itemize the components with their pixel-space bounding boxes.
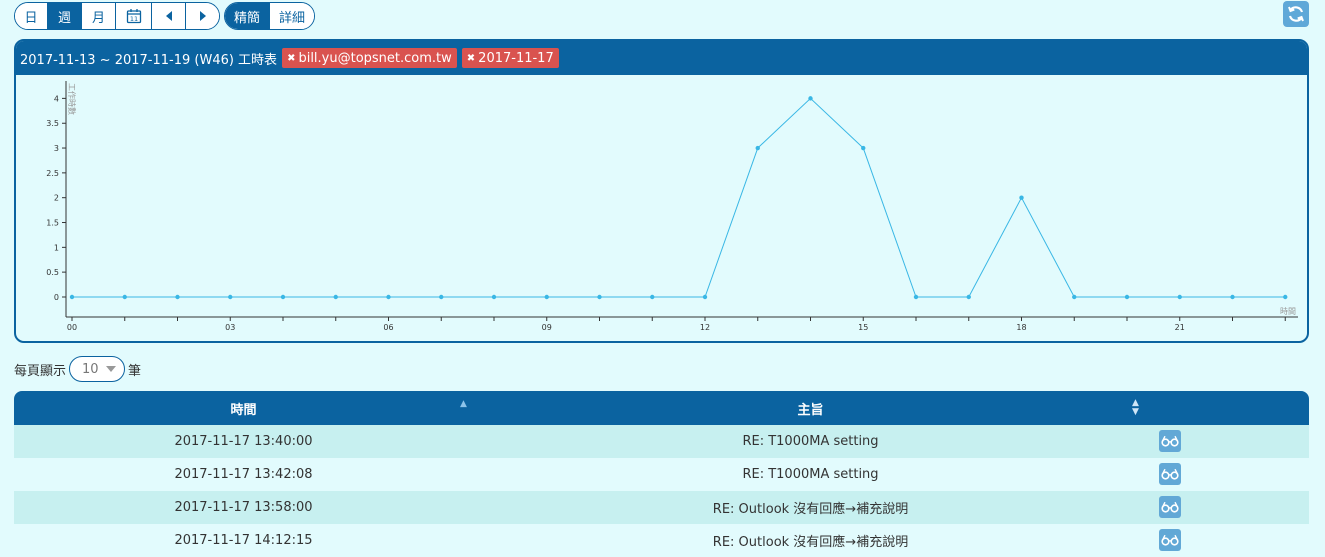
data-point: [1072, 294, 1077, 300]
display-mode-group: 精簡 詳細: [224, 2, 315, 30]
data-point: [702, 294, 708, 300]
column-header-subject[interactable]: 主旨: [14, 399, 1325, 418]
data-point: [69, 294, 75, 300]
series-line: [72, 97, 1286, 298]
cell-subject: RE: Outlook 沒有回應→補充說明: [712, 502, 909, 517]
table-row[interactable]: 2017-11-17 14:12:15 RE: Outlook 沒有回應→補充說明: [14, 524, 1309, 557]
data-point: [333, 294, 338, 300]
chevron-down-icon: [106, 366, 117, 372]
view-button[interactable]: [1159, 430, 1181, 452]
view-range-group: 日 週 月 11: [14, 2, 220, 30]
worktime-chart-panel: 2017-11-13 ~ 2017-11-19 (W46) 工時表 ✖ bill…: [14, 39, 1309, 343]
filter-tag-label: 2017-11-17: [478, 50, 554, 66]
detail-mode-button[interactable]: 詳細: [270, 3, 314, 29]
x-tick-label: 21: [1175, 323, 1185, 332]
data-point: [122, 294, 127, 300]
table-row[interactable]: 2017-11-17 13:42:08 RE: T1000MA setting: [14, 458, 1309, 491]
x-tick-label: 18: [1016, 323, 1026, 332]
table-header: 時間 ▲ 主旨 ▲ ▼: [14, 391, 1309, 425]
refresh-button[interactable]: [1283, 1, 1309, 27]
y-tick-label: 0.5: [46, 268, 59, 277]
y-tick-label: 3: [54, 144, 59, 153]
panel-header: 2017-11-13 ~ 2017-11-19 (W46) 工時表 ✖ bill…: [16, 41, 1307, 75]
data-point: [280, 294, 286, 300]
y-tick-label: 1: [54, 243, 59, 252]
remove-filter-icon[interactable]: ✖: [467, 53, 475, 64]
view-button[interactable]: [1159, 463, 1181, 485]
glasses-icon: [1161, 468, 1179, 480]
x-tick-label: 15: [858, 323, 868, 332]
day-view-button[interactable]: 日: [15, 3, 48, 29]
view-button[interactable]: [1159, 496, 1181, 518]
data-point: [650, 294, 655, 300]
x-tick-label: 09: [542, 323, 552, 332]
data-point: [913, 294, 919, 300]
data-point: [386, 294, 391, 300]
y-tick-label: 2.5: [46, 169, 59, 178]
data-point: [1177, 294, 1182, 300]
data-point: [1124, 294, 1130, 300]
page-size-prefix: 每頁顯示: [14, 363, 67, 379]
filter-tag-user[interactable]: ✖ bill.yu@topsnet.com.tw: [282, 48, 457, 68]
y-tick-label: 2: [54, 194, 59, 203]
data-point: [228, 294, 233, 300]
page-size-suffix: 筆: [128, 363, 142, 379]
data-point: [439, 294, 444, 300]
data-point: [861, 145, 866, 151]
caret-left-icon: [165, 11, 172, 21]
refresh-icon: [1288, 6, 1304, 22]
glasses-icon: [1161, 534, 1179, 546]
panel-title: 2017-11-13 ~ 2017-11-19 (W46) 工時表: [20, 52, 278, 68]
remove-filter-icon[interactable]: ✖: [287, 53, 295, 64]
x-tick-label: 03: [225, 323, 235, 332]
data-point: [1019, 195, 1024, 200]
data-point: [1230, 294, 1235, 300]
sort-both-icon[interactable]: ▲ ▼: [1132, 399, 1139, 417]
week-view-button[interactable]: 週: [48, 3, 82, 29]
calendar-icon: 11: [126, 9, 141, 24]
cell-subject: RE: T1000MA setting: [742, 467, 879, 482]
y-tick-label: 3.5: [46, 119, 59, 128]
table-row[interactable]: 2017-11-17 13:40:00 RE: T1000MA setting: [14, 425, 1309, 458]
filter-tag-date[interactable]: ✖ 2017-11-17: [461, 48, 559, 68]
x-axis-label: 時間: [1280, 307, 1296, 316]
page-size-value: 10: [82, 361, 99, 377]
y-axis-label: 工作時數: [67, 83, 77, 115]
toolbar: 日 週 月 11 精簡 詳細: [14, 2, 315, 30]
glasses-icon: [1161, 435, 1179, 447]
page-size-select[interactable]: 10: [69, 356, 126, 382]
table-row[interactable]: 2017-11-17 13:58:00 RE: Outlook 沒有回應→補充說明: [14, 491, 1309, 524]
caret-right-icon: [199, 11, 206, 21]
data-point: [175, 294, 180, 300]
y-tick-label: 4: [54, 94, 59, 103]
calendar-button[interactable]: 11: [116, 3, 152, 29]
y-tick-label: 1.5: [46, 219, 59, 228]
table-body: 2017-11-17 13:40:00 RE: T1000MA setting 20…: [14, 425, 1309, 557]
worktime-line-chart: 0 0.5 1 1.5 2 2.5 3 3.5 4 00 03 06 09 12 15 18 21 工作時數時間: [46, 81, 1298, 332]
x-tick-label: 06: [383, 323, 393, 332]
next-button[interactable]: [186, 3, 219, 29]
month-view-button[interactable]: 月: [82, 3, 116, 29]
view-button[interactable]: [1159, 529, 1181, 551]
filter-tag-label: bill.yu@topsnet.com.tw: [298, 50, 452, 66]
calendar-icon-day: 11: [129, 15, 137, 23]
cell-subject: RE: T1000MA setting: [742, 434, 879, 449]
data-point: [808, 96, 813, 101]
data-point: [755, 145, 760, 151]
x-tick-label: 00: [67, 323, 77, 332]
x-tick-label: 12: [700, 323, 710, 332]
data-point: [1283, 294, 1288, 300]
y-tick-label: 0: [54, 293, 59, 302]
page-size-control: 每頁顯示 10 筆: [14, 354, 141, 384]
data-point: [544, 294, 549, 300]
prev-button[interactable]: [152, 3, 186, 29]
mail-table: 時間 ▲ 主旨 ▲ ▼ 2017-11-17 13:40:00 RE: T1000M…: [14, 391, 1309, 557]
data-point: [966, 294, 971, 300]
brief-mode-button[interactable]: 精簡: [225, 3, 270, 29]
data-point: [597, 294, 602, 300]
cell-subject: RE: Outlook 沒有回應→補充說明: [712, 535, 909, 550]
data-point: [491, 294, 497, 300]
glasses-icon: [1161, 501, 1179, 513]
